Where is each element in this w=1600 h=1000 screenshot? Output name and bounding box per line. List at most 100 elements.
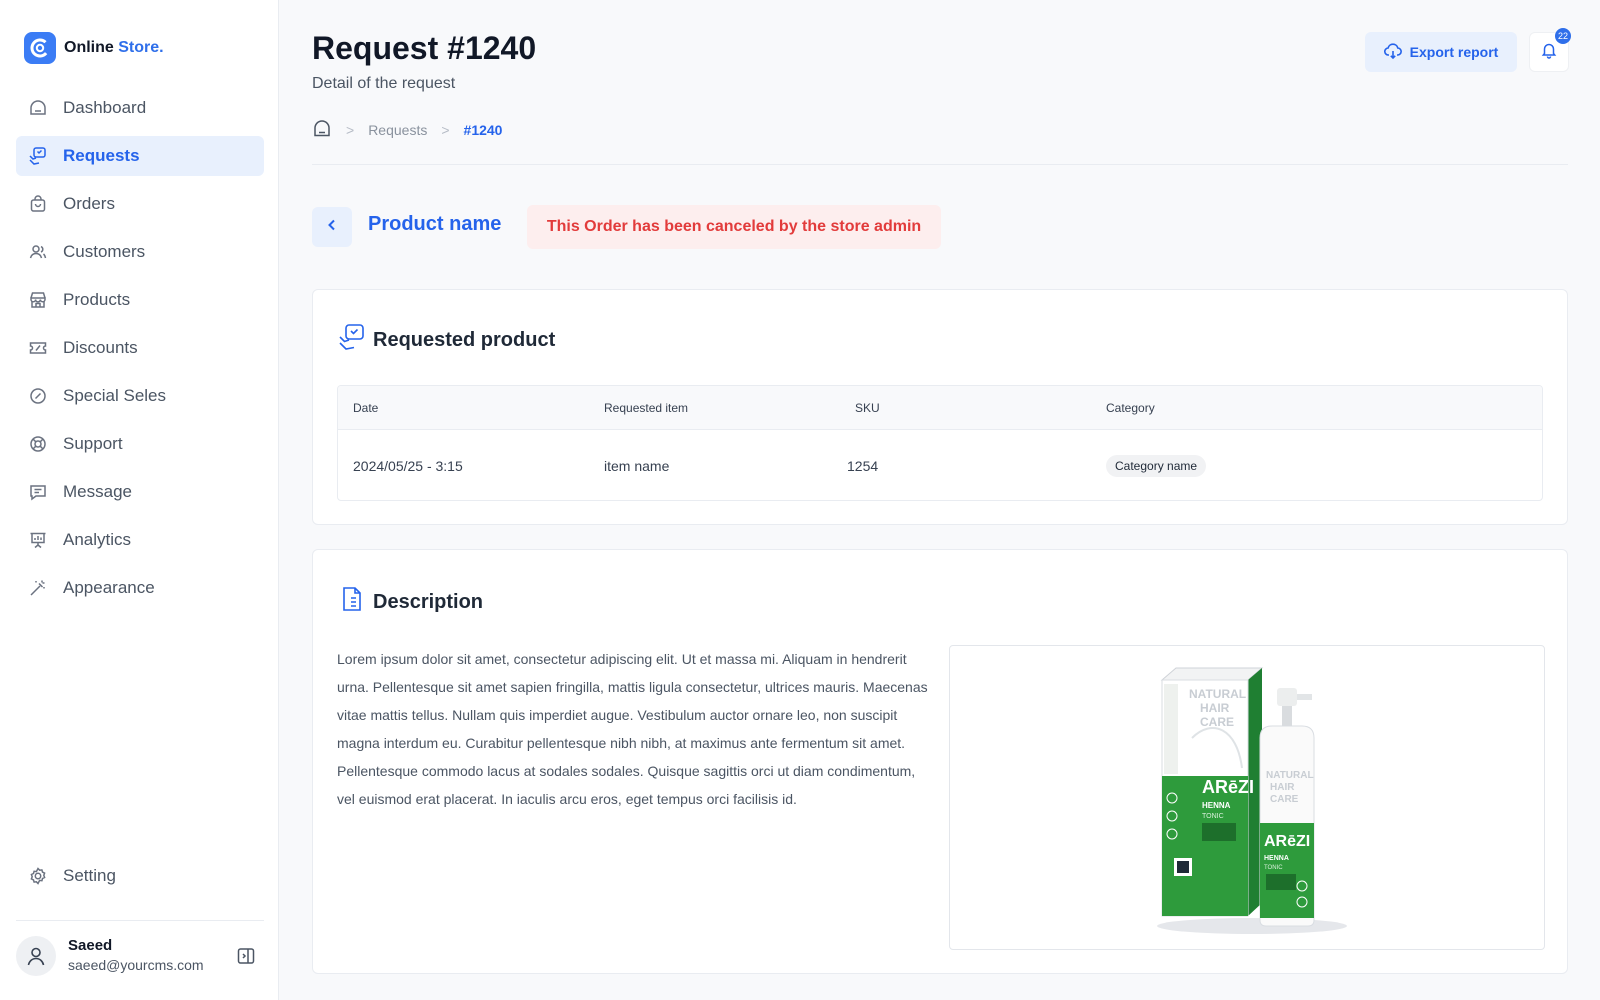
header-divider xyxy=(312,164,1568,165)
sidebar-item-label: Dashboard xyxy=(63,98,147,117)
export-report-label: Export report xyxy=(1409,44,1499,60)
order-canceled-alert: This Order has been canceled by the stor… xyxy=(527,205,941,249)
sidebar-item-message[interactable]: Message xyxy=(16,472,264,512)
svg-text:HAIR: HAIR xyxy=(1270,782,1295,793)
sidebar-divider xyxy=(16,920,264,921)
requested-product-table: Date Requested item SKU Category 2024/05… xyxy=(337,385,1543,501)
export-report-button[interactable]: Export report xyxy=(1365,32,1517,72)
sidebar-item-customers[interactable]: Customers xyxy=(16,232,264,272)
breadcrumb-requests[interactable]: Requests xyxy=(368,122,427,138)
badge-percent-icon xyxy=(28,386,48,406)
sidebar-item-products[interactable]: Products xyxy=(16,280,264,320)
shopping-bag-icon xyxy=(28,194,48,214)
sidebar-item-label: Appearance xyxy=(63,578,155,597)
sidebar-item-label: Setting xyxy=(63,866,116,885)
store-icon xyxy=(28,290,48,310)
page-subtitle: Detail of the request xyxy=(312,75,456,92)
chevron-left-icon xyxy=(324,217,340,238)
document-list-icon xyxy=(337,584,367,620)
sidebar-setting: Setting xyxy=(16,856,264,904)
product-image[interactable]: NATURAL HAIR CARE ARēZI HENNA TONIC NATU… xyxy=(949,645,1545,950)
table-row[interactable]: 2024/05/25 - 3:15 item name 1254 Categor… xyxy=(338,430,1542,500)
column-header-requested-item: Requested item xyxy=(604,400,689,415)
brand[interactable]: Online Store. xyxy=(24,32,164,64)
sidebar-item-label: Customers xyxy=(63,242,146,261)
sidebar-item-appearance[interactable]: Appearance xyxy=(16,568,264,608)
sidebar-item-label: Message xyxy=(63,482,132,501)
sidebar-item-setting[interactable]: Setting xyxy=(16,856,264,896)
sidebar-item-support[interactable]: Support xyxy=(16,424,264,464)
sidebar-item-analytics[interactable]: Analytics xyxy=(16,520,264,560)
brand-logo-icon xyxy=(24,32,56,64)
sidebar-nav: Dashboard Requests Orders Customers Prod… xyxy=(16,88,264,616)
cell-sku: 1254 xyxy=(847,457,879,474)
description-card: Description Lorem ipsum dolor sit amet, … xyxy=(312,549,1568,974)
requested-product-title: Requested product xyxy=(337,322,555,358)
back-button[interactable] xyxy=(312,207,352,247)
breadcrumb-separator: > xyxy=(346,122,355,138)
svg-text:NATURAL: NATURAL xyxy=(1189,687,1246,701)
breadcrumb-separator: > xyxy=(441,122,450,138)
cell-date: 2024/05/25 - 3:15 xyxy=(353,457,463,474)
svg-text:NATURAL: NATURAL xyxy=(1266,770,1314,781)
magic-wand-icon xyxy=(28,578,48,598)
column-header-date: Date xyxy=(353,400,379,415)
category-chip: Category name xyxy=(1106,454,1207,477)
svg-text:HENNA: HENNA xyxy=(1264,855,1289,862)
sidebar-item-label: Support xyxy=(63,434,123,453)
svg-text:HAIR: HAIR xyxy=(1200,701,1230,715)
table-header: Date Requested item SKU Category xyxy=(338,386,1542,430)
description-title: Description xyxy=(337,584,483,620)
sidebar-item-label: Products xyxy=(63,290,131,309)
user-profile[interactable]: Saeed saeed@yourcms.com xyxy=(16,936,264,976)
home-icon[interactable] xyxy=(312,119,332,142)
svg-text:TONIC: TONIC xyxy=(1202,813,1224,820)
svg-text:ARēZI: ARēZI xyxy=(1264,833,1310,850)
users-icon xyxy=(28,242,48,262)
column-header-category: Category xyxy=(1106,400,1155,415)
bell-icon xyxy=(1540,41,1558,64)
user-name: Saeed xyxy=(68,937,113,954)
cloud-download-icon xyxy=(1383,42,1402,63)
notification-count-badge: 22 xyxy=(1555,28,1572,44)
svg-text:TONIC: TONIC xyxy=(1264,865,1283,871)
avatar xyxy=(16,936,56,976)
sidebar-item-label: Discounts xyxy=(63,338,138,357)
requested-product-card: Requested product Date Requested item SK… xyxy=(312,289,1568,525)
breadcrumb: > Requests > #1240 xyxy=(312,118,502,142)
product-illustration: NATURAL HAIR CARE ARēZI HENNA TONIC NATU… xyxy=(1157,667,1347,934)
gear-icon xyxy=(28,866,48,886)
description-title-text: Description xyxy=(373,590,484,613)
sidebar-item-label: Orders xyxy=(63,194,115,213)
column-header-sku: SKU xyxy=(855,400,880,415)
message-icon xyxy=(28,482,48,502)
sidebar-item-dashboard[interactable]: Dashboard xyxy=(16,88,264,128)
sidebar-item-orders[interactable]: Orders xyxy=(16,184,264,224)
requests-icon xyxy=(28,146,48,166)
brand-name: Online Store. xyxy=(64,39,164,56)
sidebar-item-special-seles[interactable]: Special Seles xyxy=(16,376,264,416)
sidebar-item-requests[interactable]: Requests xyxy=(16,136,264,176)
user-email: saeed@yourcms.com xyxy=(68,957,204,973)
product-name: Product name xyxy=(368,213,502,235)
ticket-icon xyxy=(28,338,48,358)
svg-text:CARE: CARE xyxy=(1270,794,1299,805)
collapse-sidebar-icon[interactable] xyxy=(236,946,256,971)
description-text: Lorem ipsum dolor sit amet, consectetur … xyxy=(337,651,928,807)
cell-category: Category name xyxy=(1106,430,1207,500)
sidebar-item-label: Analytics xyxy=(63,530,132,549)
requested-product-title-text: Requested product xyxy=(373,328,556,351)
svg-text:ARēZI: ARēZI xyxy=(1202,777,1254,797)
svg-text:HENNA: HENNA xyxy=(1202,801,1231,810)
sidebar: Online Store. Dashboard Requests Orders xyxy=(0,0,279,1000)
svg-text:CARE: CARE xyxy=(1200,715,1234,729)
sidebar-item-discounts[interactable]: Discounts xyxy=(16,328,264,368)
requests-icon xyxy=(337,322,367,358)
page-title: Request #1240 xyxy=(312,30,537,66)
lifebuoy-icon xyxy=(28,434,48,454)
cell-requested-item: item name xyxy=(604,457,670,474)
presentation-chart-icon xyxy=(28,530,48,550)
breadcrumb-current: #1240 xyxy=(463,122,503,138)
sidebar-item-label: Requests xyxy=(63,146,140,165)
sidebar-item-label: Special Seles xyxy=(63,386,167,405)
